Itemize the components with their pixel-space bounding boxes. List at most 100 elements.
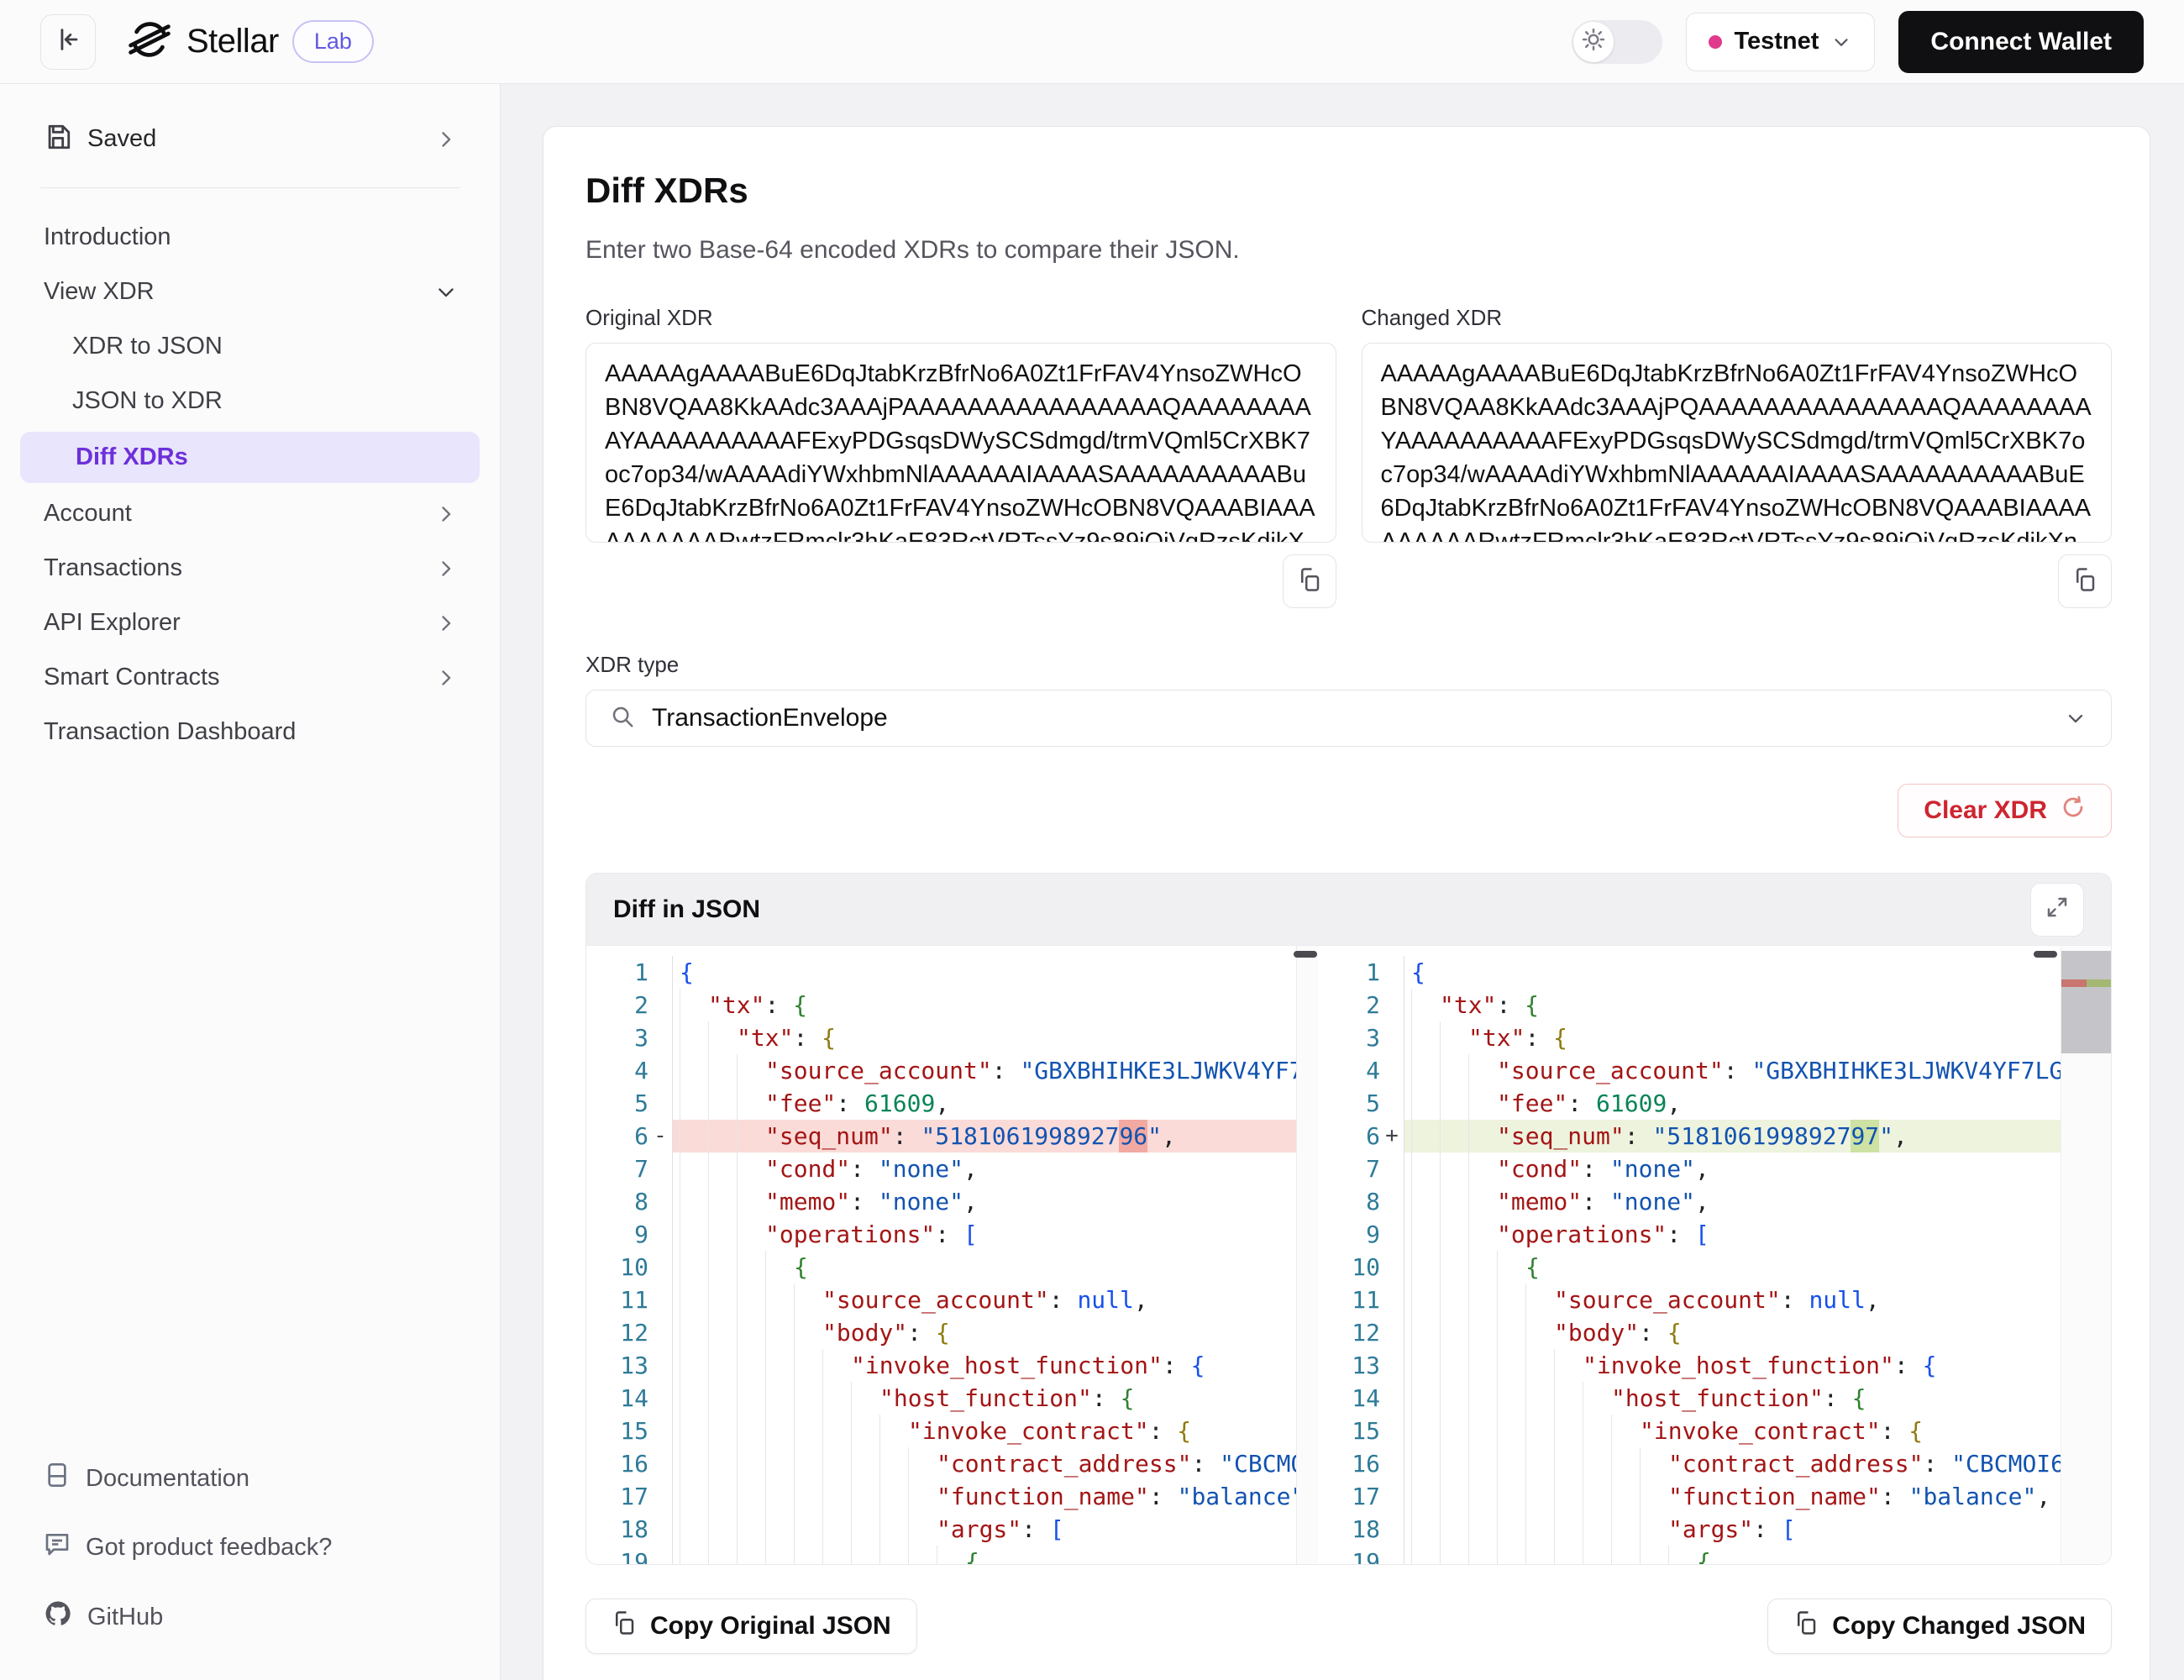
- page-title: Diff XDRs: [585, 171, 2112, 211]
- diff-line: 6+"seq_num": "518106199892797",: [1318, 1120, 2061, 1152]
- original-xdr-field: Original XDR AAAAAgAAAABuE6DqJtabKrzBfrN…: [585, 305, 1336, 608]
- copy-changed-xdr-button[interactable]: [2058, 554, 2112, 608]
- horizontal-scrollbar-thumb-right[interactable]: [2034, 951, 2057, 958]
- diff-line: 15"invoke_contract": {: [586, 1415, 1296, 1447]
- diff-body: 1{2"tx": {3"tx": {4"source_account": "GB…: [585, 945, 2112, 1565]
- fullscreen-icon: [2045, 895, 2070, 924]
- network-select[interactable]: Testnet: [1686, 13, 1875, 71]
- sidebar-collapse-button[interactable]: [40, 14, 96, 70]
- chevron-right-icon: [434, 557, 458, 580]
- sidebar-item-saved[interactable]: Saved: [0, 108, 500, 171]
- book-icon: [44, 1462, 71, 1495]
- copy-original-xdr-button[interactable]: [1283, 554, 1336, 608]
- collapse-sidebar-icon: [54, 25, 82, 58]
- sidebar-item-view-xdr[interactable]: View XDR: [0, 265, 500, 319]
- diff-line: 9"operations": [: [1318, 1218, 2061, 1251]
- chevron-right-icon: [434, 128, 458, 151]
- network-label: Testnet: [1734, 28, 1819, 55]
- sidebar-item-introduction[interactable]: Introduction: [0, 210, 500, 265]
- refresh-icon: [2061, 795, 2086, 827]
- diff-line: 13"invoke_host_function": {: [586, 1349, 1296, 1382]
- sidebar-item-feedback[interactable]: Got product feedback?: [44, 1519, 500, 1576]
- diff-original-pane[interactable]: 1{2"tx": {3"tx": {4"source_account": "GB…: [586, 946, 1296, 1564]
- diff-line: 12"body": {: [586, 1316, 1296, 1349]
- sidebar-divider: [40, 187, 459, 188]
- expand-diff-button[interactable]: [2030, 883, 2084, 937]
- xdr-type-value: TransactionEnvelope: [652, 704, 2047, 732]
- xdr-type-label: XDR type: [585, 652, 2112, 678]
- diff-line: 4"source_account": "GBXBHIHKE3LJWKV4YF7L…: [586, 1054, 1296, 1087]
- chevron-down-icon: [2064, 706, 2087, 730]
- main-content: Diff XDRs Enter two Base-64 encoded XDRs…: [501, 84, 2184, 1680]
- diff-line: 11"source_account": null,: [586, 1284, 1296, 1316]
- diff-overview-markers: [2061, 979, 2111, 987]
- diff-line: 11"source_account": null,: [1318, 1284, 2061, 1316]
- diff-line: 7"cond": "none",: [586, 1152, 1296, 1185]
- brand[interactable]: Stellar Lab: [126, 16, 374, 67]
- diff-line: 16"contract_address": "CBCMOI6: [1318, 1447, 2061, 1480]
- feedback-bubble-icon: [44, 1530, 71, 1564]
- search-icon: [610, 704, 635, 733]
- chevron-down-icon: [434, 281, 458, 304]
- diff-line: 3"tx": {: [1318, 1021, 2061, 1054]
- sidebar-item-label: Saved: [87, 125, 156, 153]
- clear-xdr-button[interactable]: Clear XDR: [1898, 784, 2112, 837]
- sidebar-nav: Introduction View XDR XDR to JSON JSON t…: [0, 210, 500, 1450]
- sidebar-item-diff-xdrs[interactable]: Diff XDRs: [20, 432, 480, 483]
- chevron-right-icon: [434, 612, 458, 635]
- page-subtitle: Enter two Base-64 encoded XDRs to compar…: [585, 236, 2112, 265]
- diff-xdrs-card: Diff XDRs Enter two Base-64 encoded XDRs…: [543, 126, 2150, 1680]
- diff-pane-divider[interactable]: [1296, 946, 1318, 1564]
- theme-toggle[interactable]: [1572, 20, 1662, 64]
- diff-line: 15"invoke_contract": {: [1318, 1415, 2061, 1447]
- chevron-right-icon: [434, 666, 458, 690]
- sidebar-item-smart-contracts[interactable]: Smart Contracts: [0, 650, 500, 705]
- original-xdr-input[interactable]: AAAAAgAAAABuE6DqJtabKrzBfrNo6A0Zt1FrFAV4…: [586, 344, 1336, 543]
- added-marker: [2087, 979, 2112, 987]
- copy-icon: [1297, 567, 1322, 596]
- diff-line: 16"contract_address": "CBCMOI6: [586, 1447, 1296, 1480]
- diff-line: 2"tx": {: [1318, 989, 2061, 1021]
- diff-line: 6-"seq_num": "518106199892796",: [586, 1120, 1296, 1152]
- diff-line: 1{: [586, 956, 1296, 989]
- sidebar-item-xdr-to-json[interactable]: XDR to JSON: [0, 319, 500, 374]
- sidebar-item-documentation[interactable]: Documentation: [44, 1450, 500, 1507]
- changed-xdr-input[interactable]: AAAAAgAAAABuE6DqJtabKrzBfrNo6A0Zt1FrFAV4…: [1362, 344, 2112, 543]
- diff-line: 10{: [586, 1251, 1296, 1284]
- sidebar-item-transactions[interactable]: Transactions: [0, 541, 500, 596]
- diff-line: 18"args": [: [1318, 1513, 2061, 1546]
- diff-line: 12"body": {: [1318, 1316, 2061, 1349]
- xdr-type-select[interactable]: TransactionEnvelope: [585, 690, 2112, 747]
- diff-vertical-scrollbar[interactable]: [2061, 946, 2111, 1564]
- copy-icon: [2072, 567, 2097, 596]
- diff-line: 3"tx": {: [586, 1021, 1296, 1054]
- diff-line: 8"memo": "none",: [586, 1185, 1296, 1218]
- scrollbar-thumb[interactable]: [2061, 951, 2111, 1053]
- stellar-logo-icon: [126, 16, 173, 67]
- app-header: Stellar Lab Testnet Connect Wallet: [0, 0, 2184, 84]
- diff-line: 5"fee": 61609,: [586, 1087, 1296, 1120]
- diff-line: 17"function_name": "balance",: [1318, 1480, 2061, 1513]
- changed-xdr-label: Changed XDR: [1362, 305, 2113, 331]
- sidebar-item-api-explorer[interactable]: API Explorer: [0, 596, 500, 650]
- horizontal-scrollbar-thumb-left[interactable]: [1294, 951, 1317, 958]
- diff-line: 14"host_function": {: [586, 1382, 1296, 1415]
- sidebar-item-json-to-xdr[interactable]: JSON to XDR: [0, 374, 500, 428]
- copy-changed-json-button[interactable]: Copy Changed JSON: [1767, 1599, 2112, 1654]
- diff-line: 10{: [1318, 1251, 2061, 1284]
- brand-name: Stellar: [186, 23, 279, 60]
- save-icon: [44, 123, 72, 155]
- diff-line: 14"host_function": {: [1318, 1382, 2061, 1415]
- diff-panel: Diff in JSON 1{2"tx": {3"tx": {4"source_…: [585, 873, 2112, 1565]
- sidebar-item-transaction-dashboard[interactable]: Transaction Dashboard: [0, 705, 500, 759]
- diff-line: 13"invoke_host_function": {: [1318, 1349, 2061, 1382]
- diff-line: 8"memo": "none",: [1318, 1185, 2061, 1218]
- sun-icon: [1581, 27, 1606, 56]
- diff-line: 7"cond": "none",: [1318, 1152, 2061, 1185]
- copy-original-json-button[interactable]: Copy Original JSON: [585, 1599, 917, 1654]
- connect-wallet-button[interactable]: Connect Wallet: [1898, 11, 2144, 73]
- diff-changed-pane[interactable]: 1{2"tx": {3"tx": {4"source_account": "GB…: [1318, 946, 2111, 1564]
- sidebar-item-account[interactable]: Account: [0, 486, 500, 541]
- sidebar-item-github[interactable]: GitHub: [44, 1588, 500, 1646]
- github-icon: [44, 1599, 72, 1635]
